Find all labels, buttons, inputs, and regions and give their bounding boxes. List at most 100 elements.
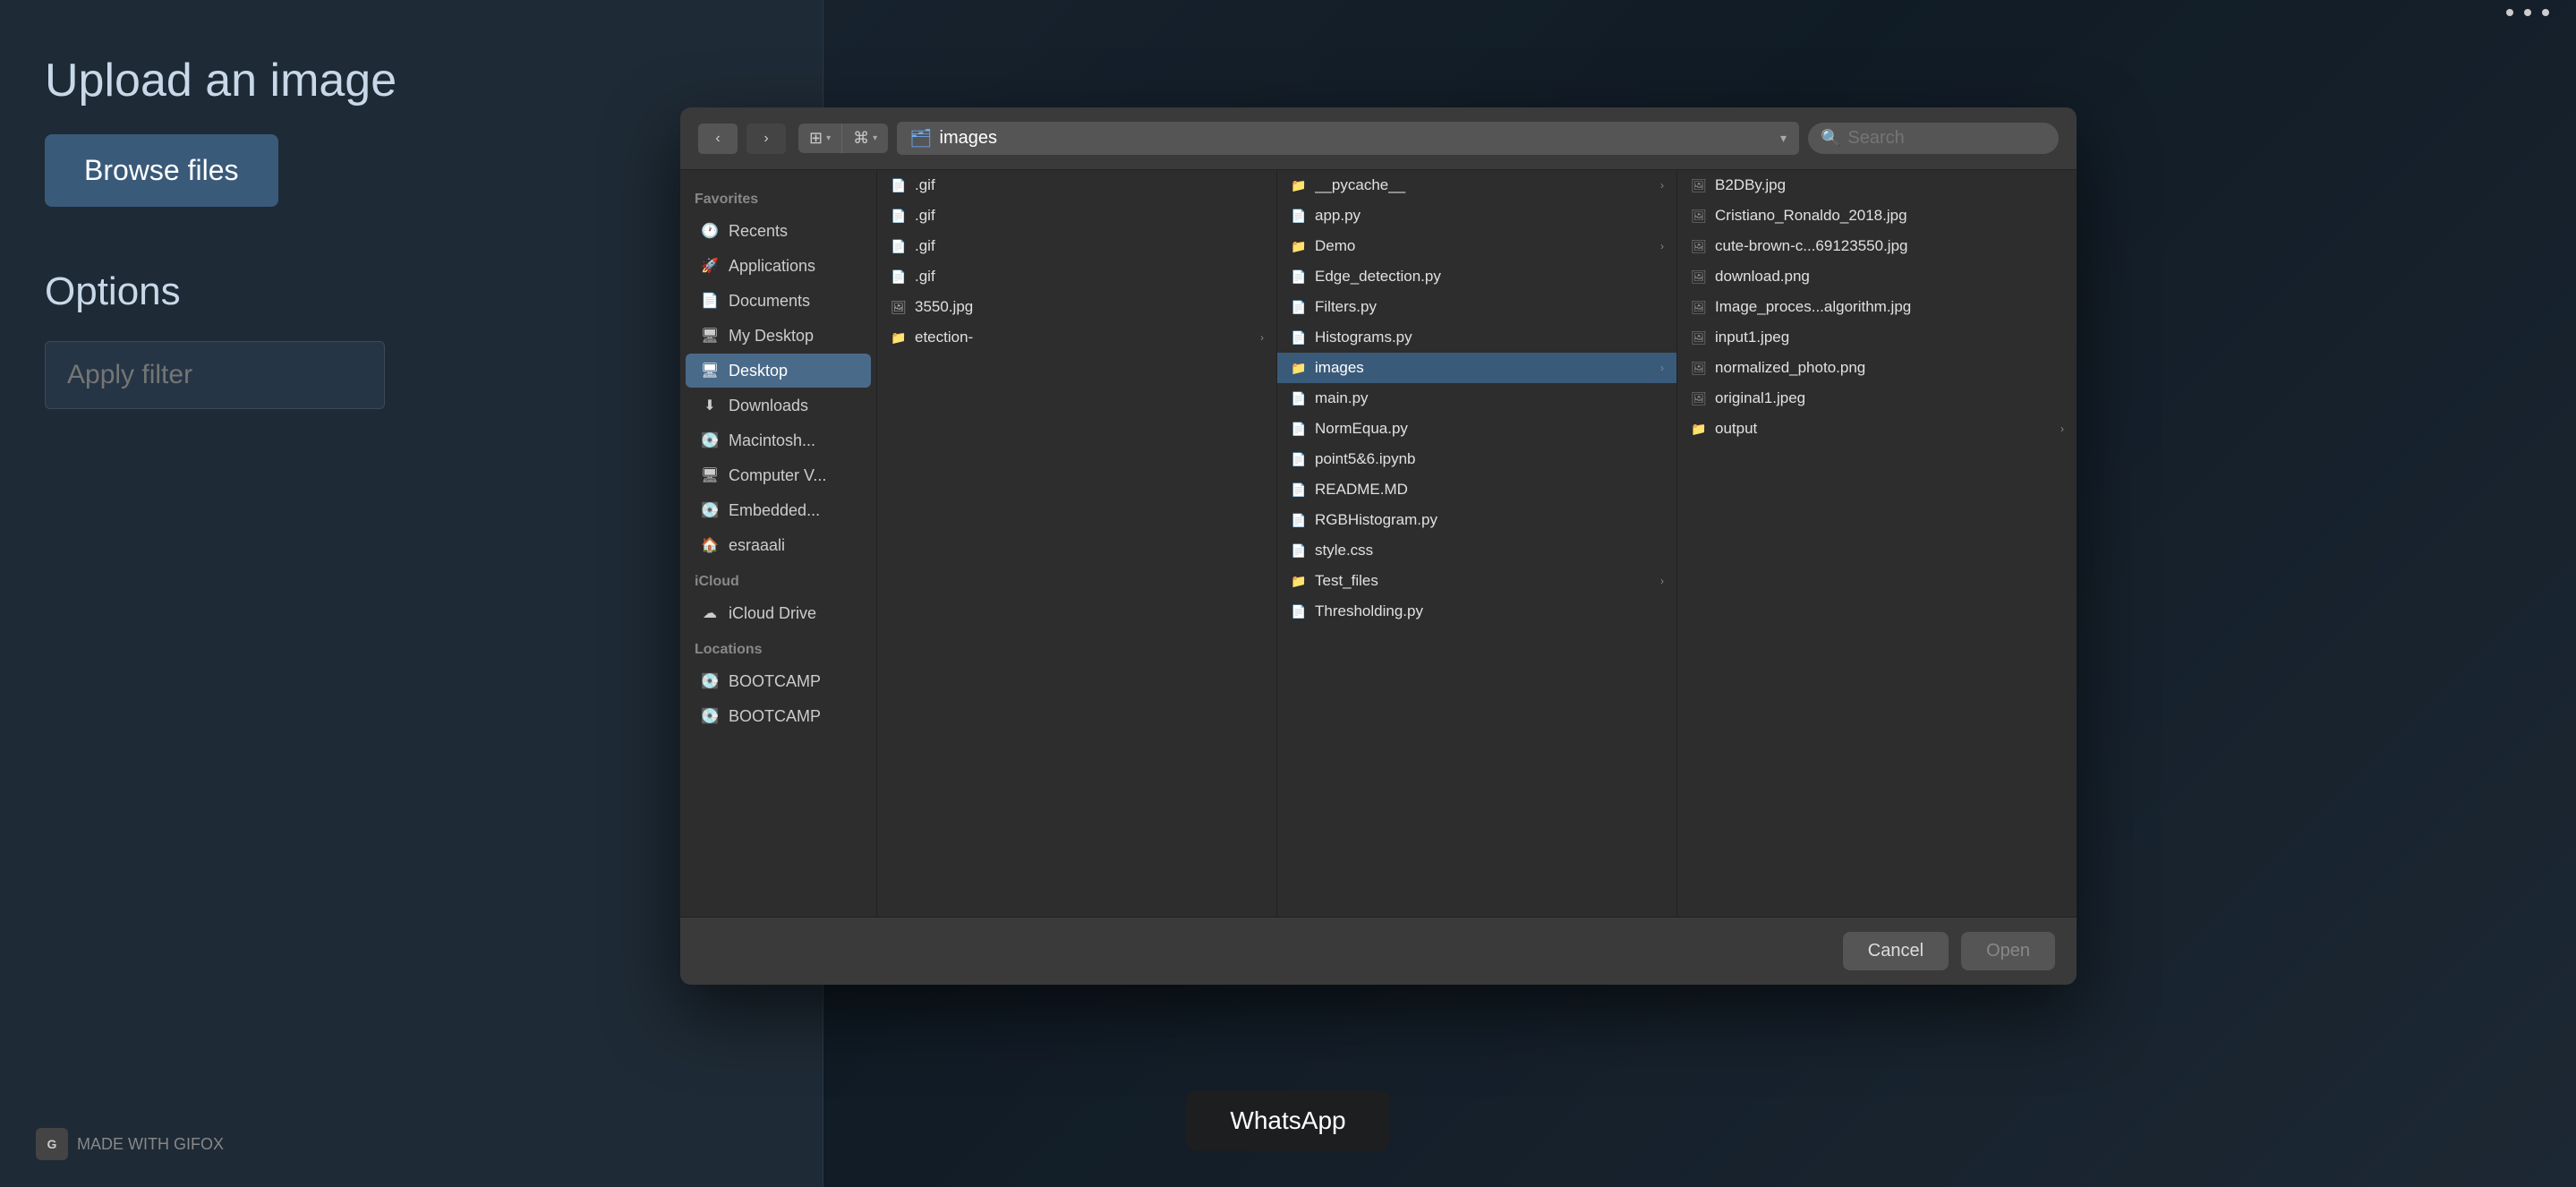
list-item[interactable]: 🖼 B2DBy.jpg bbox=[1677, 170, 2077, 201]
sidebar-item-bootcamp2[interactable]: 💽 BOOTCAMP bbox=[686, 699, 871, 733]
list-item[interactable]: 📄 style.css bbox=[1277, 535, 1676, 566]
list-item[interactable]: 📁 images › bbox=[1277, 353, 1676, 383]
recents-icon: 🕐 bbox=[700, 221, 720, 241]
list-item[interactable]: 📁 output › bbox=[1677, 414, 2077, 444]
list-view-button[interactable]: ⌘ ▾ bbox=[841, 124, 888, 153]
sidebar-item-macintosh[interactable]: 💽 Macintosh... bbox=[686, 423, 871, 457]
file-icon: 📄 bbox=[1290, 329, 1308, 346]
sidebar-item-bootcamp1[interactable]: 💽 BOOTCAMP bbox=[686, 664, 871, 698]
list-item[interactable]: 🖼 input1.jpeg bbox=[1677, 322, 2077, 353]
search-input[interactable] bbox=[1847, 128, 2026, 149]
open-button[interactable]: Open bbox=[1961, 932, 2055, 970]
forward-button[interactable]: › bbox=[746, 124, 786, 154]
file-name: original1.jpeg bbox=[1715, 389, 2064, 407]
folder-icon: 📁 bbox=[1290, 359, 1308, 377]
sidebar-item-desktop[interactable]: 🖥 Desktop bbox=[686, 354, 871, 388]
list-view-chevron: ▾ bbox=[873, 133, 877, 143]
back-button[interactable]: ‹ bbox=[698, 124, 738, 154]
list-item[interactable]: 📄 Histograms.py bbox=[1277, 322, 1676, 353]
folder-icon: 📁 bbox=[1690, 420, 1708, 438]
list-item[interactable]: 📄 app.py bbox=[1277, 201, 1676, 231]
list-item[interactable]: 📁 Test_files › bbox=[1277, 566, 1676, 596]
applications-label: Applications bbox=[729, 257, 815, 276]
sidebar-item-embedded[interactable]: 💽 Embedded... bbox=[686, 493, 871, 527]
file-icon: 📄 bbox=[1290, 389, 1308, 407]
file-pane-2: 📁 __pycache__ › 📄 app.py 📁 Demo › 📄 Edge… bbox=[1277, 170, 1677, 917]
list-item[interactable]: 📄 point5&6.ipynb bbox=[1277, 444, 1676, 474]
list-item[interactable]: 📄 RGBHistogram.py bbox=[1277, 505, 1676, 535]
sidebar-item-esraaali[interactable]: 🏠 esraaali bbox=[686, 528, 871, 562]
file-name: Test_files bbox=[1315, 572, 1653, 590]
column-view-icon: ⊞ bbox=[809, 129, 823, 148]
documents-icon: 📄 bbox=[700, 291, 720, 311]
macintosh-icon: 💽 bbox=[700, 431, 720, 450]
list-item[interactable]: 🖼 normalized_photo.png bbox=[1677, 353, 2077, 383]
chevron-right-icon: › bbox=[1260, 331, 1264, 344]
list-item[interactable]: 📁 Demo › bbox=[1277, 231, 1676, 261]
sidebar-item-applications[interactable]: 🚀 Applications bbox=[686, 249, 871, 283]
list-item[interactable]: 📄 Edge_detection.py bbox=[1277, 261, 1676, 292]
list-item[interactable]: 📄 README.MD bbox=[1277, 474, 1676, 505]
list-view-icon: ⌘ bbox=[853, 129, 869, 148]
app-title: Upload an image bbox=[45, 54, 778, 107]
file-name: cute-brown-c...69123550.jpg bbox=[1715, 237, 2064, 255]
sidebar-item-icloud[interactable]: ☁ iCloud Drive bbox=[686, 596, 871, 630]
file-name: normalized_photo.png bbox=[1715, 359, 2064, 377]
file-icon: 📄 bbox=[1290, 298, 1308, 316]
column-view-button[interactable]: ⊞ ▾ bbox=[798, 124, 841, 153]
sidebar-item-downloads[interactable]: ⬇ Downloads bbox=[686, 389, 871, 423]
list-item[interactable]: 📁 __pycache__ › bbox=[1277, 170, 1676, 201]
path-bar[interactable]: 🗂 images ▾ bbox=[897, 122, 1799, 155]
filter-input[interactable] bbox=[45, 341, 385, 409]
embedded-label: Embedded... bbox=[729, 501, 820, 520]
bootcamp1-icon: 💽 bbox=[700, 671, 720, 691]
file-icon: 📄 bbox=[890, 237, 908, 255]
list-item[interactable]: 📄 .gif bbox=[877, 170, 1276, 201]
list-item[interactable]: 🖼 download.png bbox=[1677, 261, 2077, 292]
menu-dot-2 bbox=[2524, 9, 2531, 16]
sidebar-item-mydesktop[interactable]: 🖥 My Desktop bbox=[686, 319, 871, 353]
menu-bar bbox=[2506, 9, 2549, 16]
list-item[interactable]: 📄 .gif bbox=[877, 261, 1276, 292]
file-name: 3550.jpg bbox=[915, 298, 1264, 316]
dialog-content: Favorites 🕐 Recents 🚀 Applications 📄 Doc… bbox=[680, 170, 2077, 917]
list-item[interactable]: 📄 main.py bbox=[1277, 383, 1676, 414]
column-view-chevron: ▾ bbox=[826, 133, 831, 143]
browse-files-button[interactable]: Browse files bbox=[45, 134, 278, 207]
gifox-label: MADE WITH GIFOX bbox=[77, 1135, 224, 1154]
icloud-drive-label: iCloud Drive bbox=[729, 604, 816, 623]
list-item[interactable]: 🖼 Cristiano_Ronaldo_2018.jpg bbox=[1677, 201, 2077, 231]
file-panes: 📄 .gif 📄 .gif 📄 .gif 📄 .gif 🖼 355 bbox=[877, 170, 2077, 917]
menu-dot-3 bbox=[2542, 9, 2549, 16]
file-name: RGBHistogram.py bbox=[1315, 511, 1664, 529]
list-item[interactable]: 📄 Filters.py bbox=[1277, 292, 1676, 322]
list-item[interactable]: 📄 NormEqua.py bbox=[1277, 414, 1676, 444]
list-item[interactable]: 🖼 3550.jpg bbox=[877, 292, 1276, 322]
sidebar-item-computer[interactable]: 🖥 Computer V... bbox=[686, 458, 871, 492]
list-item[interactable]: 📄 .gif bbox=[877, 231, 1276, 261]
icloud-icon: ☁ bbox=[700, 603, 720, 623]
list-item[interactable]: 🖼 Image_proces...algorithm.jpg bbox=[1677, 292, 2077, 322]
file-name: .gif bbox=[915, 268, 1264, 286]
file-name: .gif bbox=[915, 237, 1264, 255]
file-icon: 📄 bbox=[890, 176, 908, 194]
file-icon: 📄 bbox=[1290, 268, 1308, 286]
file-name: README.MD bbox=[1315, 481, 1664, 499]
image-icon: 🖼 bbox=[1690, 207, 1708, 225]
whatsapp-button[interactable]: WhatsApp bbox=[1185, 1090, 1390, 1151]
list-item[interactable]: 🖼 original1.jpeg bbox=[1677, 383, 2077, 414]
esraaali-icon: 🏠 bbox=[700, 535, 720, 555]
sidebar-item-recents[interactable]: 🕐 Recents bbox=[686, 214, 871, 248]
image-icon: 🖼 bbox=[1690, 329, 1708, 346]
list-item[interactable]: 🖼 cute-brown-c...69123550.jpg bbox=[1677, 231, 2077, 261]
list-item[interactable]: 📄 Thresholding.py bbox=[1277, 596, 1676, 627]
file-name: input1.jpeg bbox=[1715, 329, 2064, 346]
sidebar-item-documents[interactable]: 📄 Documents bbox=[686, 284, 871, 318]
cancel-button[interactable]: Cancel bbox=[1843, 932, 1949, 970]
image-icon: 🖼 bbox=[1690, 268, 1708, 286]
path-bar-text: images bbox=[940, 128, 997, 149]
list-item[interactable]: 📄 .gif bbox=[877, 201, 1276, 231]
list-item[interactable]: 📁 etection- › bbox=[877, 322, 1276, 353]
folder-icon: 📁 bbox=[1290, 572, 1308, 590]
file-name: .gif bbox=[915, 176, 1264, 194]
